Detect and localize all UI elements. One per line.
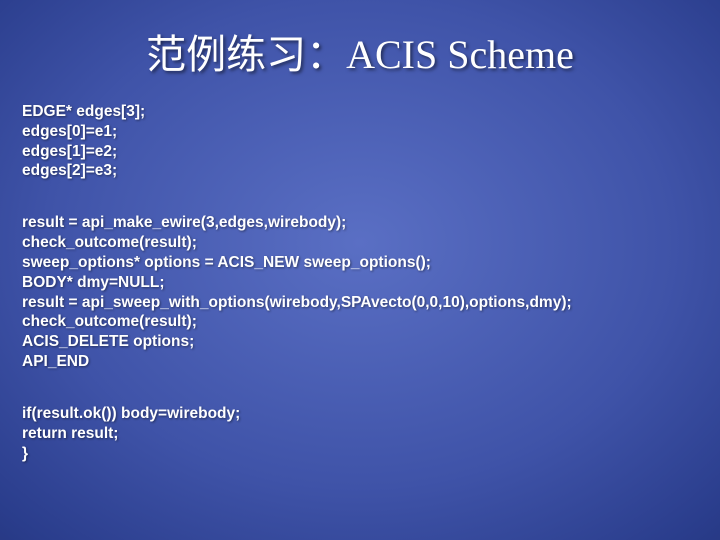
spacer-2 xyxy=(0,372,720,390)
code-block-1: EDGE* edges[3]; edges[0]=e1; edges[1]=e2… xyxy=(0,102,720,181)
spacer-1 xyxy=(0,181,720,199)
code-block-3: if(result.ok()) body=wirebody; return re… xyxy=(0,404,720,463)
code-block-2: result = api_make_ewire(3,edges,wirebody… xyxy=(0,213,720,372)
slide-title: 范例练习：ACIS Scheme xyxy=(0,0,720,88)
